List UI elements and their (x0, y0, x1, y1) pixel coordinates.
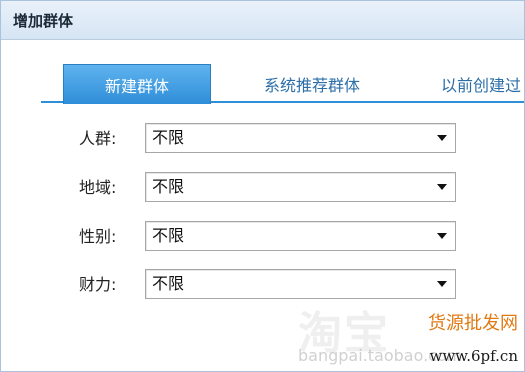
chevron-down-icon (437, 184, 447, 190)
crowd-label: 人群: (79, 129, 117, 148)
wealth-label: 财力: (79, 275, 117, 294)
chevron-down-icon (437, 135, 447, 141)
watermark-logo-text: 淘宝 (298, 308, 390, 359)
watermark-url-left: bangpai.taobao.com (298, 346, 463, 365)
chevron-down-icon (437, 233, 447, 239)
add-group-panel: 增加群体 新建群体 系统推荐群体 以前创建过 人群: 不限 地域: 不限 性别:… (0, 0, 525, 372)
watermark: 淘宝 货源批发网 bangpai.taobao.com www.6pf.cn (298, 297, 518, 367)
crowd-select-value: 不限 (152, 128, 185, 147)
watermark-brand: 货源批发网 (428, 313, 518, 334)
gender-label: 性别: (79, 227, 117, 246)
wealth-select-value: 不限 (152, 274, 185, 293)
region-select-value: 不限 (152, 177, 185, 196)
gender-select-value: 不限 (152, 226, 185, 245)
tab-previous-groups[interactable]: 以前创建过 (441, 64, 524, 103)
gender-select[interactable]: 不限 (145, 221, 456, 251)
tab-new-group[interactable]: 新建群体 (63, 64, 211, 104)
region-label: 地域: (79, 178, 117, 197)
region-select[interactable]: 不限 (145, 172, 456, 202)
chevron-down-icon (437, 281, 447, 287)
watermark-url-right: www.6pf.cn (429, 347, 519, 365)
tab-recommended-groups[interactable]: 系统推荐群体 (247, 64, 377, 103)
wealth-select[interactable]: 不限 (145, 269, 456, 299)
crowd-select[interactable]: 不限 (145, 123, 456, 153)
panel-titlebar: 增加群体 (1, 1, 524, 40)
panel-title: 增加群体 (13, 12, 74, 30)
